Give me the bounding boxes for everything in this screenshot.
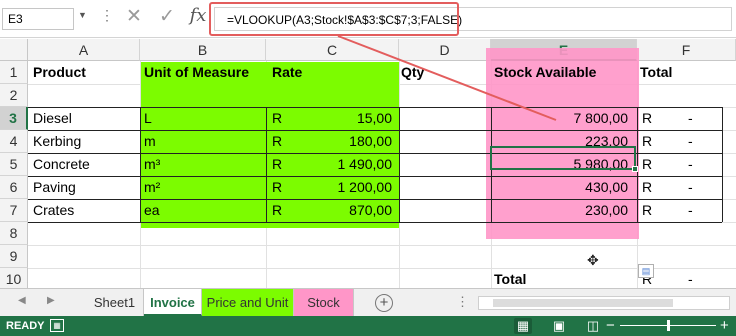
spreadsheet-grid[interactable]: A B C D E F 1 2 3 4 5 6 7 8 9 10 11 Prod…: [0, 39, 736, 288]
cell-f3-currency[interactable]: R: [642, 107, 652, 130]
normal-view-icon[interactable]: ▦: [514, 318, 532, 334]
row-header-7[interactable]: 7: [0, 199, 28, 222]
cell-c7-currency[interactable]: R: [272, 199, 282, 222]
tab-price-and-unit[interactable]: Price and Unit: [202, 289, 294, 316]
status-bar: READY ▦ ▦ ▣ ◫ − +: [0, 316, 736, 336]
table-border: [266, 107, 267, 222]
cell-e6[interactable]: 430,00: [494, 176, 628, 199]
cell-c3-currency[interactable]: R: [272, 107, 282, 130]
cell-c4-currency[interactable]: R: [272, 130, 282, 153]
row-header-2[interactable]: 2: [0, 84, 28, 107]
name-box-dropdown-icon[interactable]: ▼: [78, 10, 87, 20]
zoom-in-icon[interactable]: +: [720, 317, 729, 334]
table-border: [140, 107, 141, 222]
cell-c1[interactable]: Rate: [272, 61, 302, 84]
sheet-tab-bar: ◀ ▶ Sheet1 Invoice Price and Unit Stock …: [0, 288, 736, 316]
cell-f7-currency[interactable]: R: [642, 199, 652, 222]
cell-f4[interactable]: -: [688, 130, 693, 153]
table-border: [399, 107, 400, 222]
cell-f3[interactable]: -: [688, 107, 693, 130]
row-header-5[interactable]: 5: [0, 153, 28, 176]
cell-e3[interactable]: 7 800,00: [494, 107, 629, 130]
cell-b6[interactable]: m²: [144, 176, 160, 199]
cell-f6-currency[interactable]: R: [642, 176, 652, 199]
row-header-9[interactable]: 9: [0, 245, 28, 268]
cell-b4[interactable]: m: [144, 130, 156, 153]
gridline: [28, 245, 736, 246]
column-header-c[interactable]: C: [266, 39, 399, 61]
page-layout-view-icon[interactable]: ▣: [550, 318, 568, 334]
column-header-f[interactable]: F: [637, 39, 736, 61]
cell-f7[interactable]: -: [688, 199, 693, 222]
macro-recording-icon[interactable]: ▦: [50, 319, 64, 332]
column-header-d[interactable]: D: [399, 39, 491, 61]
name-box[interactable]: E3: [2, 8, 74, 30]
cell-c3[interactable]: 15,00: [300, 107, 392, 130]
quick-analysis-icon[interactable]: ▤: [638, 264, 654, 278]
page-break-preview-icon[interactable]: ◫: [584, 318, 602, 334]
tab-invoice[interactable]: Invoice: [144, 289, 202, 316]
column-header-a[interactable]: A: [28, 39, 140, 61]
cell-f10[interactable]: -: [688, 268, 693, 288]
cell-b1[interactable]: Unit of Measure: [144, 61, 249, 84]
insert-function-icon[interactable]: fx: [186, 5, 210, 31]
cell-c6-currency[interactable]: R: [272, 176, 282, 199]
row-header-4[interactable]: 4: [0, 130, 28, 153]
cell-f5-currency[interactable]: R: [642, 153, 652, 176]
row-header-3[interactable]: 3: [0, 107, 28, 130]
column-header-b[interactable]: B: [140, 39, 266, 61]
zoom-slider-thumb[interactable]: [667, 320, 670, 331]
row-header-8[interactable]: 8: [0, 222, 28, 245]
tab-split-grip-icon[interactable]: ⋮: [456, 294, 469, 310]
formula-highlight-box: [209, 2, 459, 36]
cell-c7[interactable]: 870,00: [300, 199, 392, 222]
table-border: [637, 107, 638, 222]
fill-handle[interactable]: [632, 166, 638, 172]
cell-e7[interactable]: 230,00: [494, 199, 628, 222]
cell-a5[interactable]: Concrete: [33, 153, 90, 176]
cell-a1[interactable]: Product: [33, 61, 86, 84]
cancel-entry-icon[interactable]: ✕: [122, 5, 146, 31]
formula-bar: E3 ▼ ⋮ ✕ ✓ fx =VLOOKUP(A3;Stock!$A$3:$C$…: [0, 0, 736, 38]
tab-scroll-left-icon[interactable]: ◀: [18, 295, 26, 306]
cell-e1[interactable]: Stock Available: [494, 61, 596, 84]
gridline: [28, 268, 736, 269]
cell-b7[interactable]: ea: [144, 199, 160, 222]
cell-a3[interactable]: Diesel: [33, 107, 72, 130]
cell-a6[interactable]: Paving: [33, 176, 76, 199]
scrollbar-thumb[interactable]: [493, 299, 673, 307]
cell-c5-currency[interactable]: R: [272, 153, 282, 176]
zoom-out-icon[interactable]: −: [606, 317, 615, 334]
cell-c4[interactable]: 180,00: [300, 130, 392, 153]
cell-e10[interactable]: Total: [494, 268, 526, 288]
formula-bar-grip-icon: ⋮: [100, 7, 114, 23]
status-ready: READY: [6, 320, 45, 332]
table-border: [722, 107, 723, 222]
cell-a4[interactable]: Kerbing: [33, 130, 81, 153]
tab-sheet1[interactable]: Sheet1: [86, 289, 144, 316]
cell-b5[interactable]: m³: [144, 153, 160, 176]
enter-check-icon[interactable]: ✓: [155, 5, 179, 31]
cell-f4-currency[interactable]: R: [642, 130, 652, 153]
table-border: [28, 222, 722, 223]
add-sheet-button[interactable]: +: [375, 294, 393, 312]
cell-f1[interactable]: Total: [640, 61, 672, 84]
tab-scroll-right-icon[interactable]: ▶: [47, 295, 55, 306]
active-cell-e3[interactable]: [490, 146, 636, 170]
cell-c6[interactable]: 1 200,00: [300, 176, 393, 199]
cell-c5[interactable]: 1 490,00: [300, 153, 393, 176]
cell-a7[interactable]: Crates: [33, 199, 74, 222]
row-header-6[interactable]: 6: [0, 176, 28, 199]
cell-d1[interactable]: Qty: [401, 61, 424, 84]
select-all-corner[interactable]: [0, 39, 28, 61]
mouse-cursor-icon: ✥: [587, 252, 599, 268]
cell-f6[interactable]: -: [688, 176, 693, 199]
row-header-1[interactable]: 1: [0, 61, 28, 84]
cell-b3[interactable]: L: [144, 107, 152, 130]
cell-f5[interactable]: -: [688, 153, 693, 176]
tab-stock[interactable]: Stock: [294, 289, 354, 316]
row-header-10[interactable]: 10: [0, 268, 28, 288]
horizontal-scrollbar[interactable]: [478, 296, 730, 310]
